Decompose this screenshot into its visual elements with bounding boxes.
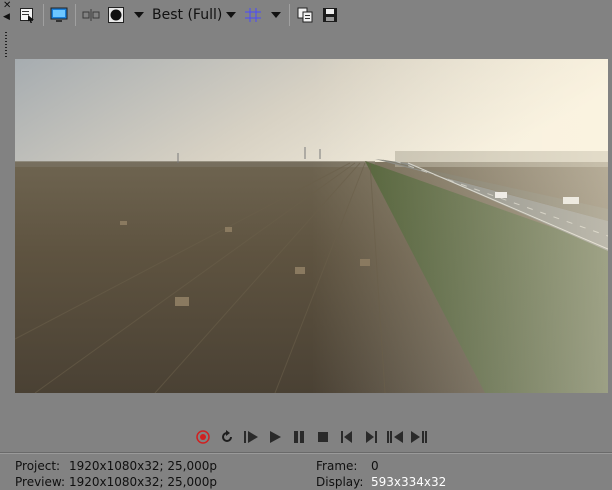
next-marker-icon xyxy=(366,431,377,443)
loop-icon xyxy=(222,430,232,442)
properties-button[interactable] xyxy=(16,4,38,26)
play-from-start-button[interactable] xyxy=(242,428,260,446)
display-label: Display: xyxy=(316,475,364,489)
pause-button[interactable] xyxy=(290,428,308,446)
stop-button[interactable] xyxy=(314,428,332,446)
overlay-button[interactable] xyxy=(105,4,127,26)
properties-icon xyxy=(20,8,34,23)
toolbar-separator xyxy=(43,4,44,26)
preview-toolbar: Best (Full) xyxy=(16,3,612,27)
monitor-icon xyxy=(50,7,68,22)
play-button[interactable] xyxy=(266,428,284,446)
status-divider xyxy=(0,452,612,454)
play-from-start-icon xyxy=(244,431,258,443)
overlay-icon xyxy=(108,7,124,23)
previous-marker-button[interactable] xyxy=(338,428,356,446)
toolbar-separator xyxy=(289,4,291,26)
transport-controls xyxy=(194,428,434,446)
play-icon xyxy=(270,431,281,443)
frame-value: 0 xyxy=(371,459,379,473)
grid-icon xyxy=(245,8,262,22)
previous-marker-icon xyxy=(341,431,352,443)
project-info-panel: Project: 1920x1080x32; 25,000p Preview: … xyxy=(15,458,217,490)
grid-dropdown-arrow-icon[interactable] xyxy=(271,12,282,18)
previous-frame-button[interactable] xyxy=(386,428,404,446)
save-snapshot-icon xyxy=(323,8,338,22)
preview-quality-dropdown[interactable]: Best (Full) xyxy=(152,7,222,23)
project-value: 1920x1080x32; 25,000p xyxy=(69,459,218,473)
frame-info-panel: Frame: 0 Display: 593x334x32 xyxy=(316,458,446,490)
next-frame-icon xyxy=(411,431,427,443)
close-icon[interactable]: ✕ xyxy=(3,1,11,11)
copy-snapshot-icon xyxy=(297,7,313,23)
toolbar-separator xyxy=(75,4,76,26)
window-dock-strip: ✕ ◀ xyxy=(0,0,12,60)
loop-playback-button[interactable] xyxy=(218,428,236,446)
overlays-grid-button[interactable] xyxy=(242,4,264,26)
next-marker-button[interactable] xyxy=(362,428,380,446)
save-snapshot-button[interactable] xyxy=(319,4,341,26)
preview-value: 1920x1080x32; 25,000p xyxy=(69,475,218,489)
pause-icon xyxy=(294,431,304,443)
external-monitor-button[interactable] xyxy=(48,4,70,26)
next-frame-button[interactable] xyxy=(410,428,428,446)
stop-icon xyxy=(318,432,328,442)
previous-frame-icon xyxy=(387,431,403,443)
quality-dropdown-arrow-icon[interactable] xyxy=(226,12,237,18)
video-preview-frame[interactable] xyxy=(15,59,608,393)
preview-label: Preview: xyxy=(15,475,66,489)
project-label: Project: xyxy=(15,459,61,473)
collapse-left-icon[interactable]: ◀ xyxy=(3,13,10,22)
preview-image xyxy=(15,59,608,393)
overlay-dropdown-arrow-icon[interactable] xyxy=(134,12,144,18)
split-screen-icon xyxy=(82,9,100,21)
copy-snapshot-button[interactable] xyxy=(294,4,316,26)
split-screen-button[interactable] xyxy=(80,4,102,26)
record-icon xyxy=(196,430,210,444)
drag-grip-icon[interactable] xyxy=(5,32,7,58)
display-value: 593x334x32 xyxy=(371,475,447,489)
record-button[interactable] xyxy=(194,428,212,446)
frame-label: Frame: xyxy=(316,459,358,473)
